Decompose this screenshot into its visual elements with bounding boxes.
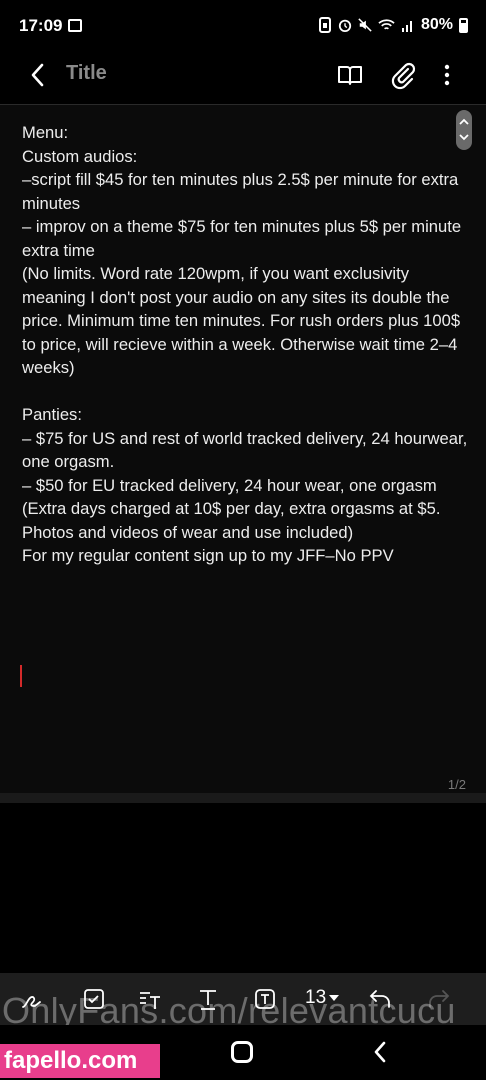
nav-back-icon[interactable]: [368, 1039, 394, 1065]
status-icons: 80%: [318, 16, 468, 34]
battery-percent: 80%: [420, 16, 453, 33]
wifi-icon: [378, 19, 395, 30]
status-time: 17:09: [19, 16, 63, 35]
note-editor[interactable]: Menu: Custom audios: –script fill $45 fo…: [0, 105, 486, 793]
image-icon: [68, 19, 82, 32]
status-bar: 17:09 80%: [0, 0, 486, 52]
book-icon[interactable]: [335, 60, 365, 90]
site-badge: fapello.com: [0, 1044, 160, 1078]
home-icon[interactable]: [231, 1041, 253, 1063]
signal-icon: [401, 21, 412, 32]
page-indicator: 1/2: [447, 777, 466, 792]
scroll-handle[interactable]: [456, 110, 472, 150]
mute-icon: [358, 18, 372, 32]
alarm-icon: [338, 19, 352, 32]
note-title[interactable]: Title: [66, 62, 107, 85]
note-body[interactable]: Menu: Custom audios: –script fill $45 fo…: [22, 121, 470, 568]
chevron-down-icon: [459, 134, 469, 141]
more-icon[interactable]: [432, 60, 462, 90]
storage-icon: [318, 17, 331, 33]
text-cursor: [20, 665, 22, 687]
paperclip-icon[interactable]: [388, 60, 418, 90]
back-arrow-icon[interactable]: [24, 60, 54, 90]
battery-icon: [459, 17, 468, 33]
next-page-area[interactable]: [0, 803, 486, 973]
page-separator: [0, 793, 486, 803]
chevron-up-icon: [459, 118, 469, 125]
app-bar: Title: [0, 52, 486, 104]
